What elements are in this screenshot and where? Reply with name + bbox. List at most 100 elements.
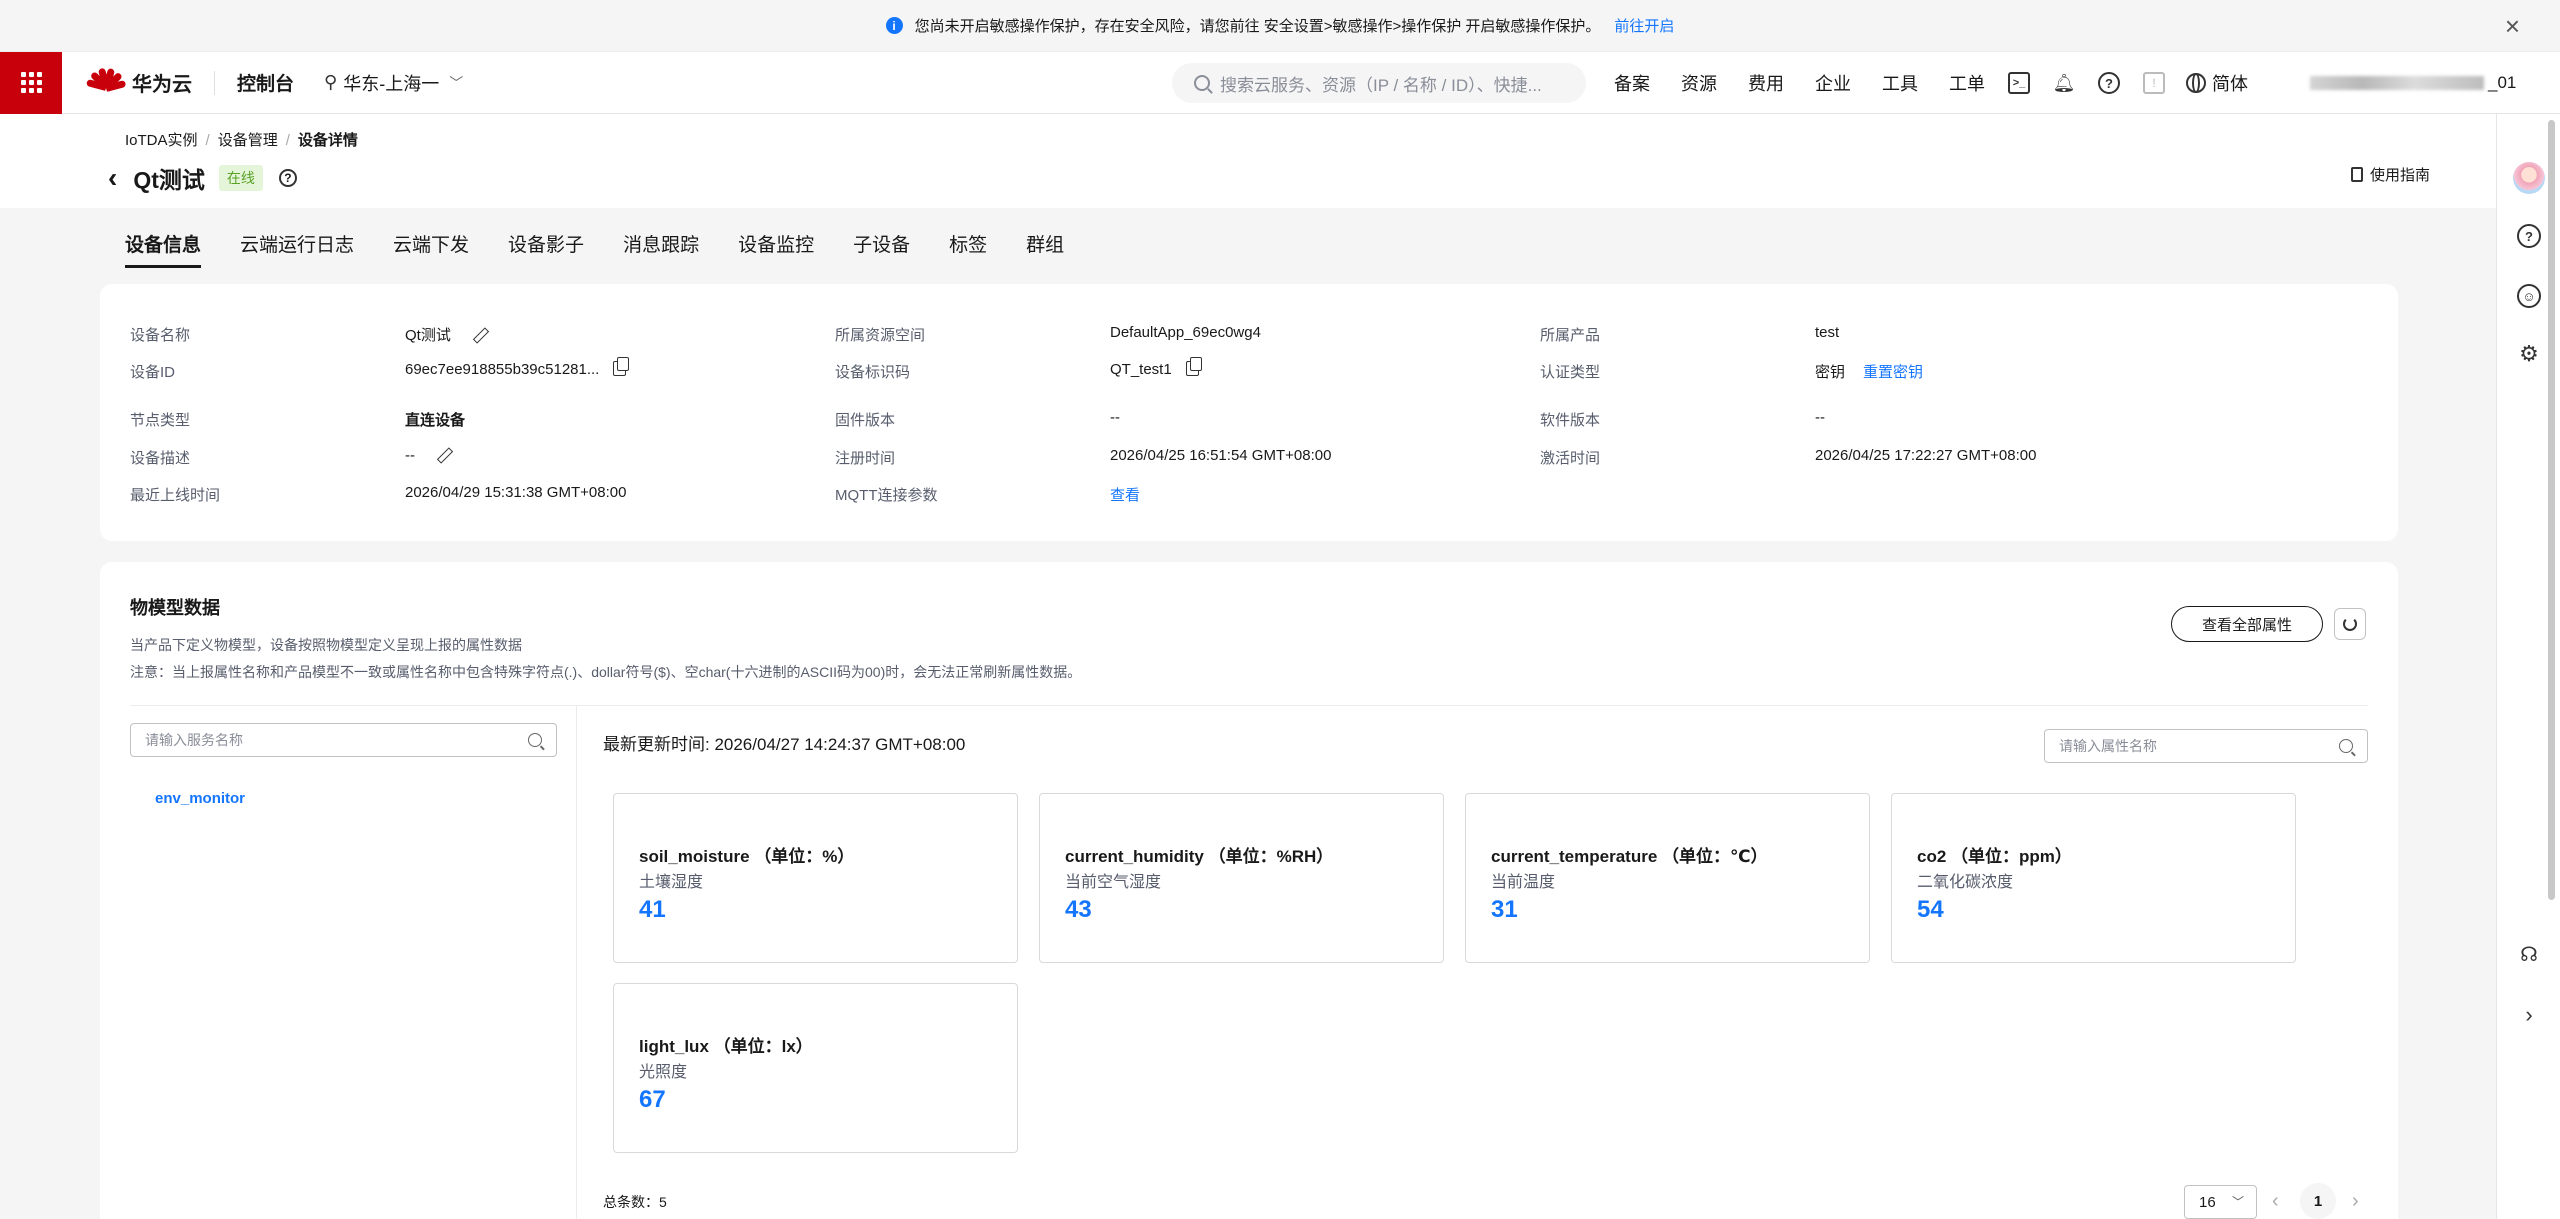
panel-divider <box>576 705 577 1219</box>
info-icon: i <box>885 17 903 34</box>
search-icon <box>528 733 542 747</box>
property-search-input[interactable]: 请输入属性名称 <box>2044 729 2368 763</box>
tab-device-shadow[interactable]: 设备影子 <box>508 230 584 268</box>
next-page-icon[interactable]: › <box>2352 1190 2359 1213</box>
chevron-down-icon: ﹀ <box>449 74 464 91</box>
console-link[interactable]: 控制台 <box>237 69 294 96</box>
property-card-light-lux: light_lux （单位：lx） 光照度 67 <box>613 983 1018 1153</box>
section-divider <box>130 705 2368 706</box>
nav-link-billing[interactable]: 费用 <box>1748 70 1784 96</box>
total-count: 总条数：5 <box>603 1194 667 1210</box>
page-scrollbar[interactable] <box>2548 120 2555 900</box>
view-mqtt-link[interactable]: 查看 <box>1110 484 1140 505</box>
chevron-down-icon: ﹀ <box>2231 1195 2244 1209</box>
tab-cloud-commands[interactable]: 云端下发 <box>393 230 469 268</box>
question-mark-icon[interactable]: ? <box>278 169 297 187</box>
last-updated-time: 最新更新时间: 2026/04/27 14:24:37 GMT+08:00 <box>603 735 966 754</box>
huawei-flower-icon <box>85 67 127 98</box>
prev-page-icon[interactable]: ‹ <box>2272 1190 2279 1213</box>
title-row: ‹ Qt测试 在线 ? <box>108 161 297 195</box>
headset-icon[interactable]: ☊ <box>2517 942 2541 966</box>
nav-icons: >_ 🔔︎ ? ! 简体 <box>2008 52 2248 114</box>
settings-gear-icon[interactable]: ⚙ <box>2517 341 2541 366</box>
top-navigation: 华为云 控制台 ⚲ 华东-上海一 ﹀ 搜索云服务、资源（IP / 名称 / ID… <box>0 51 2560 114</box>
feedback-icon[interactable]: ! <box>2143 72 2165 94</box>
masked-username <box>2310 76 2484 90</box>
nav-link-filing[interactable]: 备案 <box>1614 70 1650 96</box>
tab-tags[interactable]: 标签 <box>949 230 987 268</box>
tab-device-monitor[interactable]: 设备监控 <box>738 230 814 268</box>
section-title: 物模型数据 <box>130 598 220 618</box>
location-pin-icon: ⚲ <box>324 72 338 92</box>
grid-icon <box>20 72 42 93</box>
firmware-version-value: -- <box>1110 409 1120 426</box>
nav-link-enterprise[interactable]: 企业 <box>1815 70 1851 96</box>
property-search-placeholder: 请输入属性名称 <box>2059 738 2157 754</box>
device-name-value: Qt测试 <box>405 327 451 344</box>
tab-child-devices[interactable]: 子设备 <box>853 230 910 268</box>
nav-links: 备案 资源 费用 企业 工具 工单 <box>1614 52 2016 114</box>
page-number-current[interactable]: 1 <box>2300 1183 2336 1219</box>
copy-icon[interactable] <box>613 357 630 376</box>
page-title: Qt测试 <box>133 167 205 193</box>
edit-pencil-icon[interactable] <box>473 328 487 342</box>
product-value: test <box>1815 324 1840 341</box>
nav-link-tickets[interactable]: 工单 <box>1949 70 1985 96</box>
bell-icon[interactable]: 🔔︎ <box>2053 72 2076 94</box>
register-time-value: 2026/04/25 16:51:54 GMT+08:00 <box>1110 447 1332 464</box>
back-arrow-icon[interactable]: ‹ <box>108 164 117 192</box>
nav-link-resources[interactable]: 资源 <box>1681 70 1717 96</box>
tab-device-info[interactable]: 设备信息 <box>125 230 202 268</box>
user-account-menu[interactable]: _01 <box>2310 73 2516 93</box>
node-type-value: 直连设备 <box>405 412 466 429</box>
page-size-select[interactable]: 16 ﹀ <box>2184 1185 2257 1219</box>
property-card-current-humidity: current_humidity （单位：%RH） 当前空气湿度 43 <box>1039 793 1444 963</box>
enable-protection-link[interactable]: 前往开启 <box>1614 15 1674 36</box>
tab-message-trace[interactable]: 消息跟踪 <box>623 230 699 268</box>
edit-pencil-icon[interactable] <box>437 448 451 462</box>
thing-model-card: 物模型数据 当产品下定义物模型，设备按照物模型定义呈现上报的属性数据 注意：当上… <box>100 562 2398 1219</box>
copy-icon[interactable] <box>1185 357 1202 376</box>
search-icon <box>1194 75 1210 91</box>
device-identifier-value: QT_test1 <box>1110 361 1172 378</box>
breadcrumb-iotda[interactable]: IoTDA实例 <box>125 132 198 149</box>
banner-message: 您尚未开启敏感操作保护，存在安全风险，请您前往 安全设置>敏感操作>操作保护 开… <box>914 18 1601 35</box>
globe-icon <box>2186 73 2206 93</box>
nav-divider <box>214 70 215 95</box>
close-icon[interactable]: × <box>2505 13 2520 39</box>
page-size-value: 16 <box>2199 1193 2216 1211</box>
user-guide-link[interactable]: 使用指南 <box>2350 164 2430 185</box>
region-label: 华东-上海一 <box>343 73 440 94</box>
refresh-button[interactable] <box>2334 608 2366 640</box>
service-search-placeholder: 请输入服务名称 <box>145 732 243 748</box>
device-desc-value: -- <box>405 447 415 464</box>
resource-space-value: DefaultApp_69ec0wg4 <box>1110 324 1261 341</box>
view-all-properties-button[interactable]: 查看全部属性 <box>2171 606 2323 642</box>
breadcrumb-device-management[interactable]: 设备管理 <box>218 132 278 149</box>
search-placeholder: 搜索云服务、资源（IP / 名称 / ID）、快捷... <box>1220 75 1542 95</box>
language-label: 简体 <box>2212 74 2248 94</box>
assistant-avatar-icon[interactable] <box>2513 162 2545 194</box>
auth-type-value: 密钥 <box>1815 364 1846 381</box>
smiley-icon[interactable]: ☺ <box>2517 284 2541 308</box>
service-item-env-monitor[interactable]: env_monitor <box>155 790 245 807</box>
tab-groups[interactable]: 群组 <box>1026 230 1064 268</box>
reset-secret-link[interactable]: 重置密钥 <box>1863 364 1923 381</box>
user-guide-label: 使用指南 <box>2369 167 2430 184</box>
service-menu-button[interactable] <box>0 51 62 114</box>
region-selector[interactable]: ⚲ 华东-上海一 ﹀ <box>324 70 463 96</box>
help-icon[interactable]: ? <box>2098 72 2120 94</box>
property-card-soil-moisture: soil_moisture （单位：%） 土壤湿度 41 <box>613 793 1018 963</box>
global-search-input[interactable]: 搜索云服务、资源（IP / 名称 / ID）、快捷... <box>1172 63 1586 103</box>
tab-cloud-logs[interactable]: 云端运行日志 <box>240 230 354 268</box>
chevron-right-icon[interactable]: › <box>2517 1002 2541 1027</box>
help-icon[interactable]: ? <box>2517 224 2541 248</box>
service-search-input[interactable]: 请输入服务名称 <box>130 723 557 757</box>
software-version-value: -- <box>1815 409 1825 426</box>
language-switch[interactable]: 简体 <box>2186 70 2248 96</box>
cloud-shell-icon[interactable]: >_ <box>2008 72 2030 94</box>
huawei-logo[interactable]: 华为云 <box>85 67 192 98</box>
status-badge: 在线 <box>218 165 263 191</box>
section-note: 注意：当上报属性名称和产品模型不一致或属性名称中包含特殊字符点(.)、dolla… <box>130 664 1082 680</box>
nav-link-tools[interactable]: 工具 <box>1882 70 1918 96</box>
